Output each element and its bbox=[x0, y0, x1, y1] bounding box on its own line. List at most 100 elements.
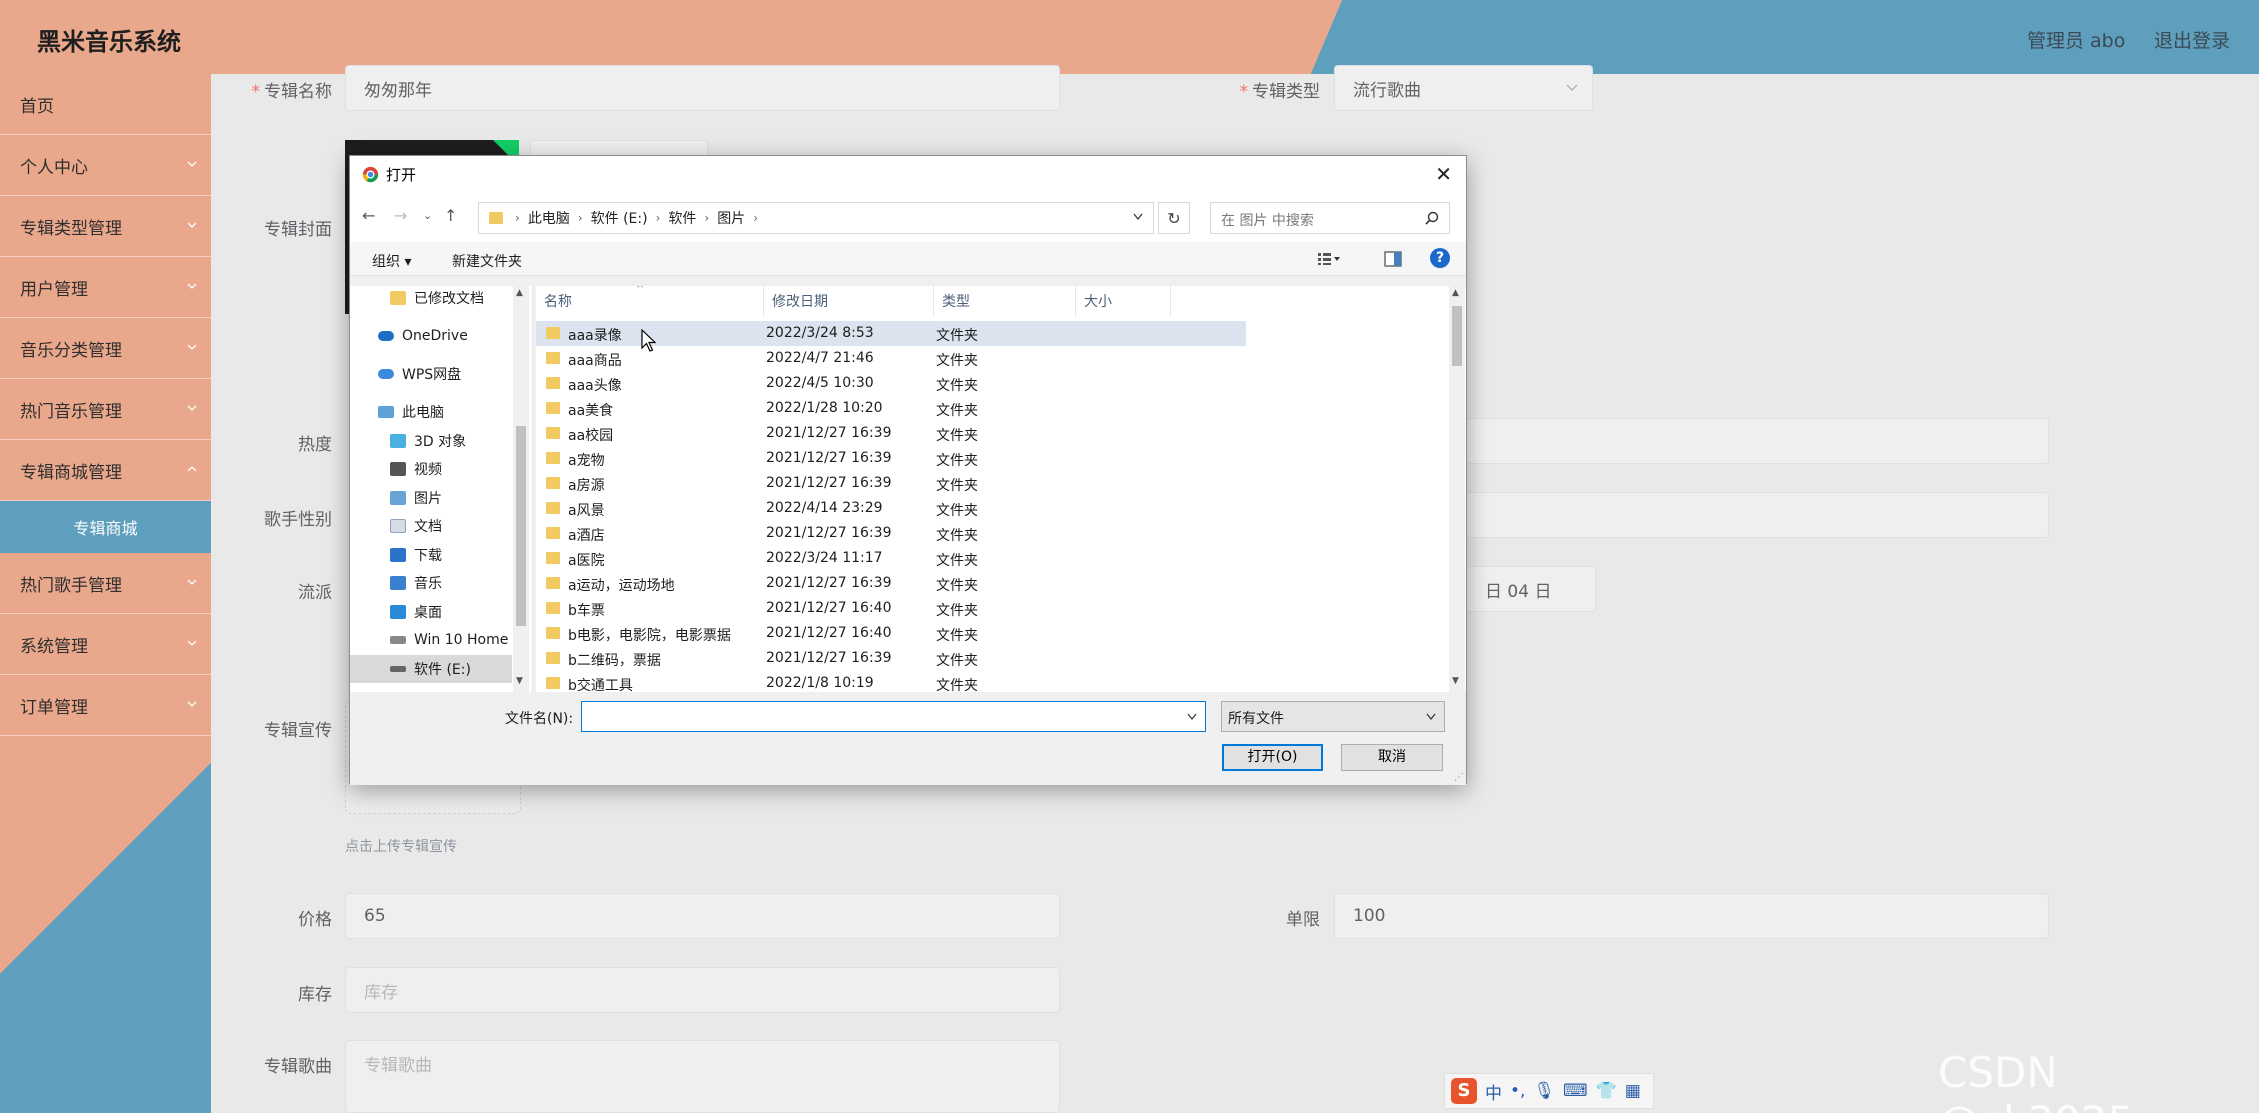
filetype-select[interactable]: 所有文件 bbox=[1221, 701, 1445, 732]
sidebar-item-label: 专辑类型管理 bbox=[20, 218, 122, 239]
resize-grip-icon[interactable]: ⋰ bbox=[1454, 772, 1464, 783]
filename-input[interactable] bbox=[581, 701, 1206, 732]
ime-punctuation[interactable]: •, bbox=[1510, 1081, 1525, 1101]
singer-gender-input-edge[interactable] bbox=[1466, 492, 2049, 538]
new-folder-button[interactable]: 新建文件夹 bbox=[452, 251, 522, 271]
sidebar-item-system[interactable]: 系统管理 bbox=[0, 614, 211, 675]
file-row[interactable]: aa美食 2022/1/28 10:20 文件夹 bbox=[536, 396, 1246, 421]
breadcrumb-item[interactable]: 此电脑 bbox=[528, 208, 570, 228]
back-arrow-icon[interactable]: ← bbox=[362, 206, 375, 225]
sidebar-item-home[interactable]: 首页 bbox=[0, 74, 211, 135]
keyboard-icon[interactable]: ⌨ bbox=[1563, 1081, 1588, 1101]
nav-item[interactable]: 文档 bbox=[350, 512, 512, 540]
dialog-bottom-bar: 文件名(N): 所有文件 打开(O) 取消 ⋰ bbox=[350, 692, 1466, 785]
search-icon bbox=[1425, 211, 1439, 225]
nav-item[interactable]: 已修改文档 bbox=[350, 286, 512, 312]
chevron-down-icon[interactable] bbox=[1133, 213, 1143, 221]
recent-dropdown-icon[interactable]: ⌄ bbox=[423, 209, 432, 222]
breadcrumb-item[interactable]: 图片 bbox=[717, 208, 745, 228]
sidebar-item-label: 热门音乐管理 bbox=[20, 401, 122, 422]
file-row[interactable]: a医院 2022/3/24 11:17 文件夹 bbox=[536, 546, 1246, 571]
file-type: 文件夹 bbox=[936, 453, 978, 469]
nav-item[interactable]: 下载 bbox=[350, 541, 512, 569]
sidebar-item-music-category[interactable]: 音乐分类管理 bbox=[0, 318, 211, 379]
nav-item[interactable]: 3D 对象 bbox=[350, 427, 512, 455]
forward-arrow-icon[interactable]: → bbox=[394, 206, 407, 225]
help-icon[interactable]: ? bbox=[1430, 248, 1450, 268]
column-header-size[interactable]: 大小 bbox=[1076, 286, 1171, 316]
breadcrumb-item[interactable]: 软件 (E:) bbox=[591, 208, 648, 228]
file-row[interactable]: a运动，运动场地 2021/12/27 16:39 文件夹 bbox=[536, 571, 1246, 596]
file-row[interactable]: b交通工具 2022/1/8 10:19 文件夹 bbox=[536, 671, 1246, 692]
file-row[interactable]: a宠物 2021/12/27 16:39 文件夹 bbox=[536, 446, 1246, 471]
price-input[interactable]: 65 bbox=[345, 893, 1060, 939]
sidebar-item-album-type[interactable]: 专辑类型管理 bbox=[0, 196, 211, 257]
close-icon[interactable]: ✕ bbox=[1435, 162, 1452, 186]
grid-icon[interactable]: ▦ bbox=[1625, 1081, 1641, 1101]
sidebar-item-hot-singer[interactable]: 热门歌手管理 bbox=[0, 553, 211, 614]
limit-input[interactable]: 100 bbox=[1334, 893, 2049, 939]
file-date: 2021/12/27 16:39 bbox=[766, 450, 892, 466]
price-label: 价格 bbox=[298, 910, 332, 930]
nav-item-selected[interactable]: 软件 (E:) bbox=[350, 655, 512, 683]
ime-language[interactable]: 中 bbox=[1485, 1079, 1502, 1104]
refresh-button[interactable]: ↻ bbox=[1158, 202, 1190, 234]
column-header-type[interactable]: 类型 bbox=[934, 286, 1076, 316]
file-row[interactable]: a房源 2021/12/27 16:39 文件夹 bbox=[536, 471, 1246, 496]
file-list-scrollbar[interactable]: ▲ ▼ bbox=[1449, 286, 1465, 692]
sidebar-item-users[interactable]: 用户管理 bbox=[0, 257, 211, 318]
file-row[interactable]: a酒店 2021/12/27 16:39 文件夹 bbox=[536, 521, 1246, 546]
singer-gender-label: 歌手性别 bbox=[264, 510, 332, 530]
ime-toolbar[interactable]: S 中 •, 🎙 ⌨ 👕 ▦ bbox=[1444, 1073, 1654, 1109]
nav-item-onedrive[interactable]: OneDrive bbox=[350, 322, 512, 350]
chevron-down-icon bbox=[187, 640, 197, 646]
heat-input-edge[interactable] bbox=[1466, 418, 2049, 464]
album-name-input[interactable]: 匆匆那年 bbox=[345, 65, 1060, 111]
view-options-icon[interactable] bbox=[1318, 253, 1340, 265]
date-input-edge[interactable]: 日 04 日 bbox=[1466, 566, 1596, 612]
sidebar-subitem-album-mall[interactable]: 专辑商城 bbox=[0, 501, 211, 553]
computer-icon bbox=[378, 406, 394, 418]
nav-item-this-pc[interactable]: 此电脑 bbox=[350, 398, 512, 426]
songs-textarea[interactable]: 专辑歌曲 bbox=[345, 1040, 1060, 1113]
file-row[interactable]: aaa头像 2022/4/5 10:30 文件夹 bbox=[536, 371, 1246, 396]
column-header-date[interactable]: 修改日期 bbox=[764, 286, 934, 316]
chevron-down-icon[interactable] bbox=[1187, 713, 1197, 721]
album-type-select[interactable]: 流行歌曲 bbox=[1334, 65, 1593, 111]
file-row[interactable]: b电影，电影院，电影票据 2021/12/27 16:40 文件夹 bbox=[536, 621, 1246, 646]
nav-scrollbar[interactable]: ▲ ▼ bbox=[513, 286, 529, 692]
logout-link[interactable]: 退出登录 bbox=[2154, 26, 2230, 53]
songs-label: 专辑歌曲 bbox=[264, 1057, 332, 1077]
file-date: 2022/1/8 10:19 bbox=[766, 675, 874, 691]
open-button[interactable]: 打开(O) bbox=[1222, 744, 1323, 771]
file-type: 文件夹 bbox=[936, 678, 978, 692]
search-input[interactable]: 在 图片 中搜索 bbox=[1210, 202, 1450, 234]
up-arrow-icon[interactable]: ↑ bbox=[444, 206, 457, 225]
nav-item[interactable]: 桌面 bbox=[350, 598, 512, 626]
sidebar-item-orders[interactable]: 订单管理 bbox=[0, 675, 211, 736]
file-name: a风景 bbox=[568, 503, 605, 519]
file-row[interactable]: b二维码，票据 2021/12/27 16:39 文件夹 bbox=[536, 646, 1246, 671]
file-type: 文件夹 bbox=[936, 603, 978, 619]
sidebar-item-profile[interactable]: 个人中心 bbox=[0, 135, 211, 196]
sidebar-item-album-mall[interactable]: 专辑商城管理 bbox=[0, 440, 211, 501]
breadcrumb-item[interactable]: 软件 bbox=[668, 208, 696, 228]
organize-button[interactable]: 组织 ▾ bbox=[372, 251, 411, 271]
nav-item[interactable]: Win 10 Home bbox=[350, 626, 512, 654]
column-header-name[interactable]: 名称 bbox=[536, 286, 764, 316]
nav-item[interactable]: 视频 bbox=[350, 455, 512, 483]
nav-item-wps[interactable]: WPS网盘 bbox=[350, 360, 512, 388]
preview-pane-icon[interactable] bbox=[1384, 251, 1402, 267]
skin-icon[interactable]: 👕 bbox=[1596, 1081, 1617, 1101]
cancel-button[interactable]: 取消 bbox=[1341, 744, 1443, 771]
address-bar[interactable]: › 此电脑 › 软件 (E:) › 软件 › 图片 › bbox=[478, 202, 1154, 234]
file-row[interactable]: a风景 2022/4/14 23:29 文件夹 bbox=[536, 496, 1246, 521]
promo-label: 专辑宣传 bbox=[264, 721, 332, 741]
sidebar-item-hot-music[interactable]: 热门音乐管理 bbox=[0, 379, 211, 440]
nav-item[interactable]: 图片 bbox=[350, 484, 512, 512]
microphone-icon[interactable]: 🎙 bbox=[1533, 1081, 1555, 1101]
file-row[interactable]: b车票 2021/12/27 16:40 文件夹 bbox=[536, 596, 1246, 621]
stock-input[interactable]: 库存 bbox=[345, 967, 1060, 1013]
nav-item[interactable]: 音乐 bbox=[350, 569, 512, 597]
file-row[interactable]: aa校园 2021/12/27 16:39 文件夹 bbox=[536, 421, 1246, 446]
